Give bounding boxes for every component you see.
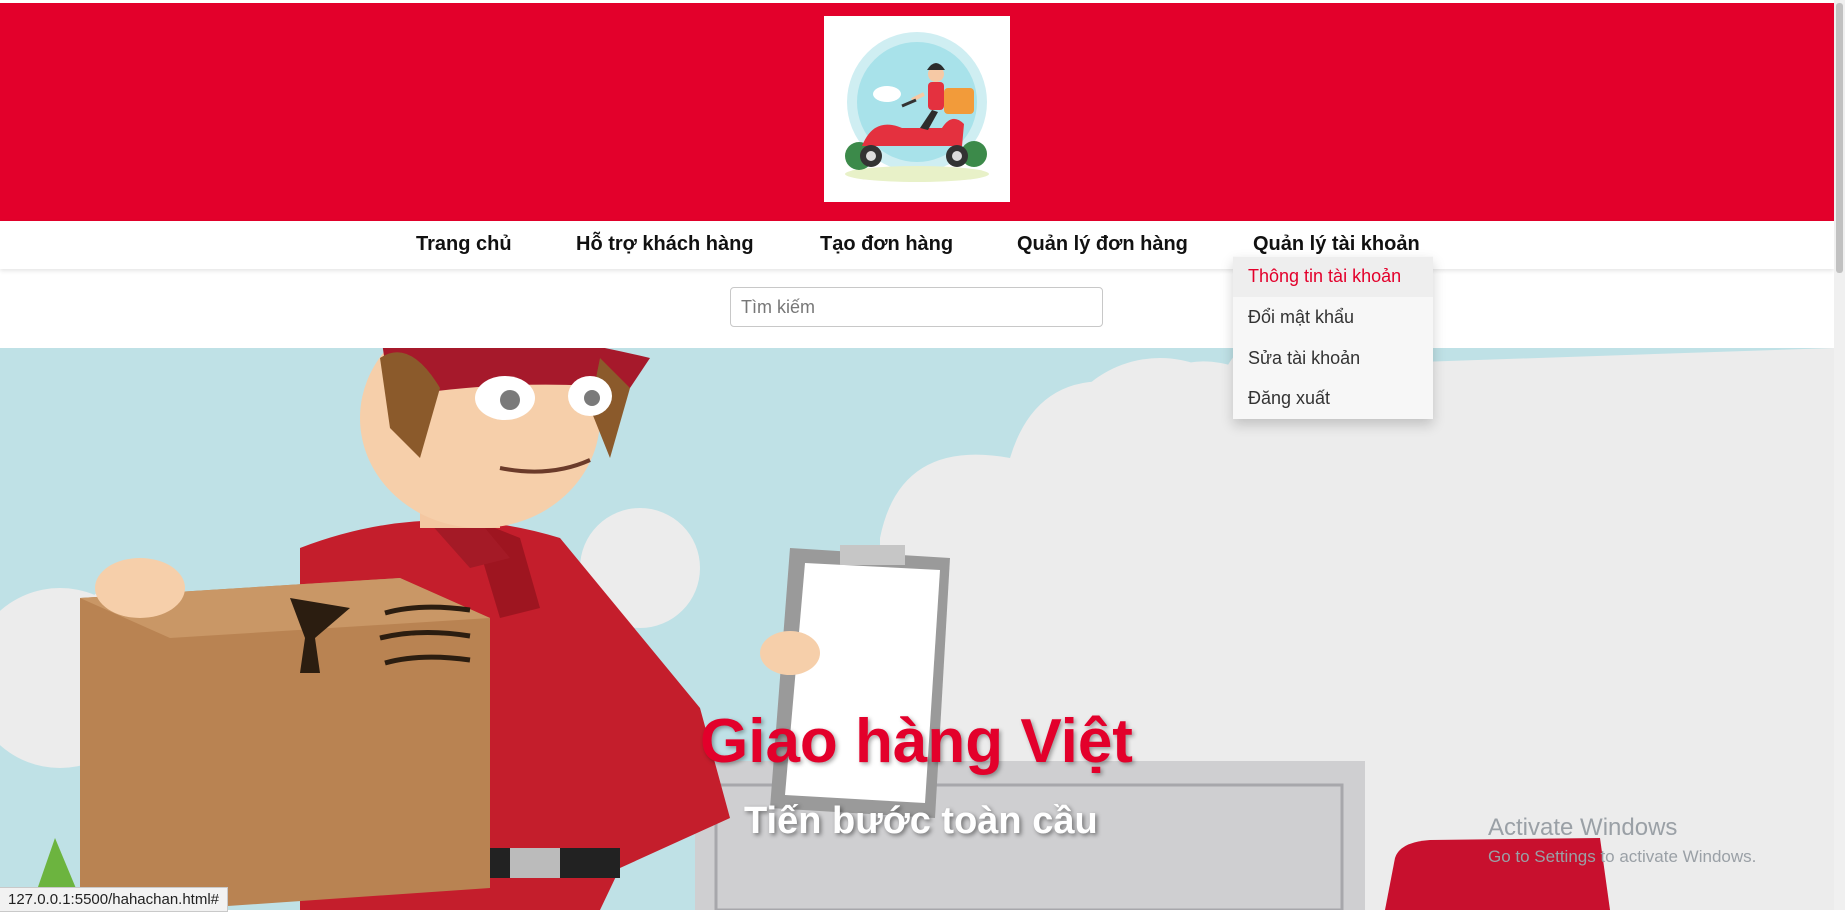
search-input[interactable] — [730, 287, 1103, 327]
menu-item-account-info[interactable]: Thông tin tài khoản — [1233, 257, 1433, 297]
nav-home[interactable]: Trang chủ — [416, 233, 512, 256]
delivery-scooter-logo-icon — [845, 32, 989, 182]
nav-manage-orders[interactable]: Quản lý đơn hàng — [1017, 233, 1188, 256]
menu-item-edit-account[interactable]: Sửa tài khoản — [1233, 339, 1433, 379]
menu-item-label: Sửa tài khoản — [1248, 348, 1361, 368]
nav-manage-account[interactable]: Quản lý tài khoản — [1253, 233, 1420, 256]
activate-windows-subtitle: Go to Settings to activate Windows. — [1488, 847, 1757, 866]
nav-customer-support[interactable]: Hỗ trợ khách hàng — [576, 233, 754, 256]
header-banner — [0, 3, 1834, 221]
menu-item-change-password[interactable]: Đổi mật khẩu — [1233, 298, 1433, 338]
menu-item-label: Đăng xuất — [1248, 388, 1331, 408]
scrollbar-thumb[interactable] — [1836, 3, 1843, 273]
main-navbar: Trang chủ Hỗ trợ khách hàng Tạo đơn hàng… — [0, 221, 1834, 269]
logo[interactable] — [824, 16, 1010, 202]
menu-item-logout[interactable]: Đăng xuất — [1233, 379, 1433, 419]
menu-item-label: Đổi mật khẩu — [1248, 307, 1355, 327]
menu-item-label: Thông tin tài khoản — [1248, 266, 1402, 286]
hero-subtitle: Tiến bước toàn cầu — [744, 800, 1098, 842]
status-bar-url: 127.0.0.1:5500/hahachan.html# — [0, 887, 229, 912]
account-dropdown-menu: Thông tin tài khoản Đổi mật khẩu Sửa tài… — [1233, 256, 1433, 419]
nav-create-order[interactable]: Tạo đơn hàng — [820, 233, 953, 256]
activate-windows-title: Activate Windows — [1488, 814, 1678, 841]
hero-title: Giao hàng Việt — [700, 707, 1133, 776]
vertical-scrollbar[interactable] — [1834, 0, 1845, 910]
